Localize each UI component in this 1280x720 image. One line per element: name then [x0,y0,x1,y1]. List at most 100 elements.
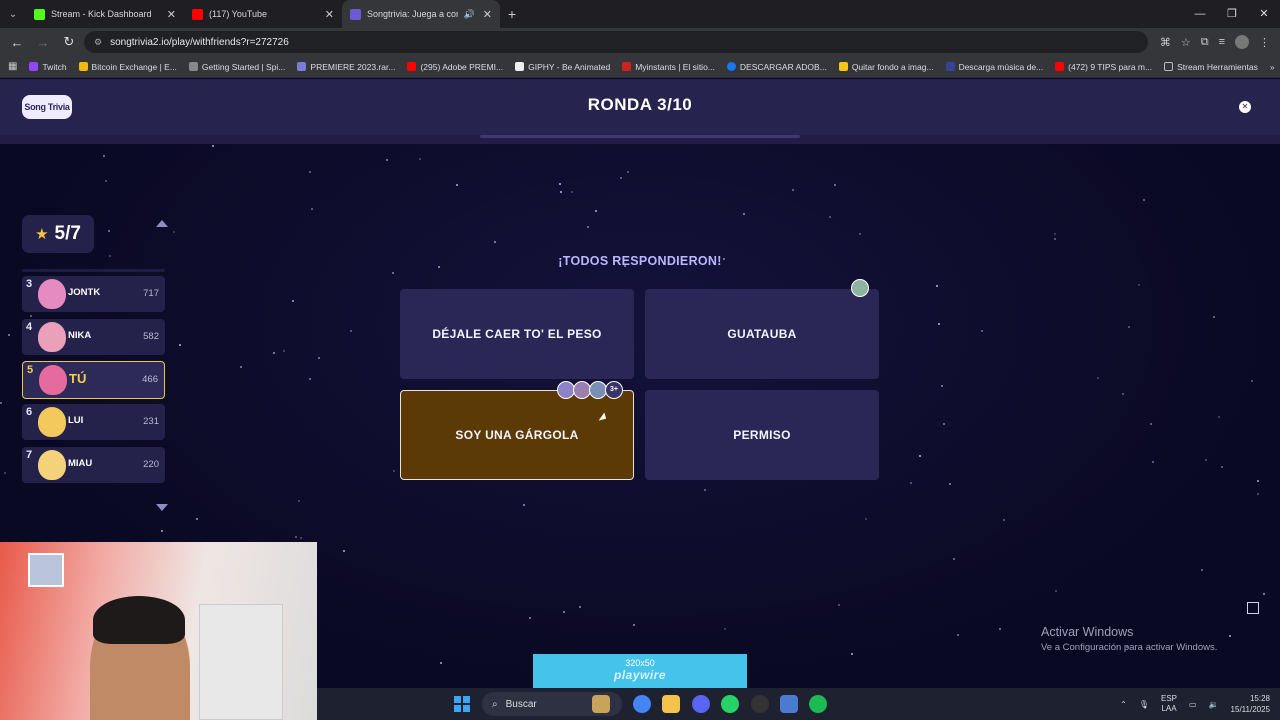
widget-icon[interactable] [592,695,610,713]
bookmark-item[interactable]: DESCARGAR ADOB... [726,62,827,72]
star-dot [981,330,983,332]
ad-brand-label: playwire [613,668,667,682]
player-name: LUI [68,415,84,426]
restore-icon[interactable]: ❐ [1216,0,1248,28]
reload-icon[interactable]: ↻ [58,34,80,50]
star-dot [919,455,921,457]
star-dot [318,357,320,359]
windows-start-icon[interactable] [454,696,470,712]
bookmark-folder[interactable]: Stream Herramientas [1164,62,1258,72]
bookmark-star-icon[interactable]: ☆ [1181,36,1191,49]
bookmark-item[interactable]: PREMIERE 2023.rar... [297,62,395,72]
star-dot [1201,569,1203,571]
language-indicator[interactable]: ESP LAA [1161,694,1177,714]
translate-icon[interactable]: ⌘ [1160,36,1171,49]
bookmark-item[interactable]: Getting Started | Spi... [188,61,286,72]
remove-bg-icon [838,62,848,71]
chrome-icon[interactable] [633,695,651,713]
player-points: 466 [142,374,158,385]
microphone-icon[interactable]: 🎙 [1139,700,1149,709]
volume-icon[interactable]: 🔉 [1209,700,1219,709]
discord-icon[interactable] [692,695,710,713]
back-icon[interactable]: ← [6,35,28,50]
close-icon[interactable]: ✕ [325,8,334,21]
minimize-icon[interactable]: — [1184,0,1216,28]
star-dot [938,323,940,325]
scroll-up-icon[interactable] [156,220,168,227]
streamer-hair [93,596,185,644]
more-bookmarks-icon[interactable]: » [1270,62,1275,72]
tab-kick[interactable]: Stream - Kick Dashboard ✕ [26,0,184,28]
bookmark-label: GIPHY - Be Animated [528,61,611,72]
obs-icon[interactable] [751,695,769,713]
bookmark-item[interactable]: Myinstants | El sitio... [622,62,715,72]
star-dot [1150,423,1152,425]
file-explorer-icon[interactable] [662,695,680,713]
answer-option-3[interactable]: SOY UNA GÁRGOLA [400,390,634,480]
bookmark-label: PREMIERE 2023.rar... [310,61,396,72]
network-icon[interactable]: ▭ [1189,700,1197,709]
profile-avatar[interactable] [1235,35,1249,49]
anime-poster [199,604,283,720]
bookmark-item[interactable]: Bitcoin Exchange | E... [78,62,177,72]
music-icon [945,62,955,71]
bookmark-item[interactable]: Quitar fondo a imag... [838,61,934,72]
new-tab-button[interactable]: + [500,6,524,22]
tab-songtrivia[interactable]: Songtrivia: Juega a concurs 🔊 ✕ [342,0,500,28]
speaker-icon[interactable]: 🔊 [464,9,475,20]
leaderboard-row: 4 NIKA 582 [22,319,165,355]
leaderboard-fade [22,269,165,272]
star-dot [838,604,840,606]
webcam-overlay [0,542,317,720]
forward-icon[interactable]: → [32,35,54,50]
star-dot [627,171,629,173]
close-window-icon[interactable]: ✕ [1248,0,1280,28]
star-dot [392,272,394,274]
close-icon[interactable]: ✕ [167,8,176,21]
star-dot [1251,380,1253,382]
star-dot [1213,316,1215,318]
scroll-down-icon[interactable] [156,504,168,511]
windows-activation-watermark: Activar Windows Ve a Configuración para … [1041,625,1217,653]
bookmark-item[interactable]: GIPHY - Be Animated [515,62,610,72]
bookmark-item[interactable]: Twitch [29,62,67,72]
bookmark-label: Quitar fondo a imag... [851,61,934,72]
star-dot [859,233,861,235]
star-dot [1152,461,1154,463]
bookmark-label: Getting Started | Spi... [201,61,286,72]
answer-option-2[interactable]: GUATAUBA [645,289,879,379]
star-dot [1054,238,1056,240]
answer-option-4[interactable]: PERMISO [645,390,879,480]
player-name: MIAU [68,458,93,469]
menu-icon[interactable]: ⋮ [1259,36,1270,49]
rank-number: 4 [26,321,33,333]
ad-banner[interactable]: 320x50 playwire [533,654,747,688]
star-dot [440,662,442,664]
media-icon[interactable]: ≡ [1219,36,1225,48]
spotify-icon[interactable] [809,695,827,713]
player-avatar [38,279,66,309]
url-field[interactable]: ⚙ songtrivia2.io/play/withfriends?r=2727… [84,31,1148,53]
close-icon[interactable]: ✕ [483,8,492,21]
bookmark-item[interactable]: Descarga música de... [945,62,1043,72]
answer-option-1[interactable]: DÉJALE CAER TO' EL PESO [400,289,634,379]
player-points: 717 [143,288,159,299]
chevron-up-icon[interactable]: ⌃ [1120,700,1127,709]
extensions-icon[interactable]: ⧉ [1201,36,1209,49]
star-dot [560,191,562,193]
app-icon[interactable] [780,695,798,713]
fullscreen-icon[interactable] [1247,602,1259,614]
clock[interactable]: 15:28 15/11/2025 [1231,693,1270,715]
bookmark-item[interactable]: (295) Adobe PREMI... [407,62,503,72]
url-text: songtrivia2.io/play/withfriends?r=272726 [110,36,289,48]
tab-youtube[interactable]: (117) YouTube ✕ [184,0,342,28]
apps-icon[interactable]: ▦ [8,61,17,72]
star-dot [1143,199,1145,201]
tab-search-icon[interactable]: ⌄ [0,0,26,28]
bookmark-item[interactable]: (472) 9 TIPS para m... [1055,62,1152,72]
star-dot [587,226,589,228]
close-game-icon[interactable]: ✕ [1239,101,1251,113]
round-progress-bar [480,135,800,138]
site-info-icon[interactable]: ⚙ [94,37,102,48]
whatsapp-icon[interactable] [721,695,739,713]
